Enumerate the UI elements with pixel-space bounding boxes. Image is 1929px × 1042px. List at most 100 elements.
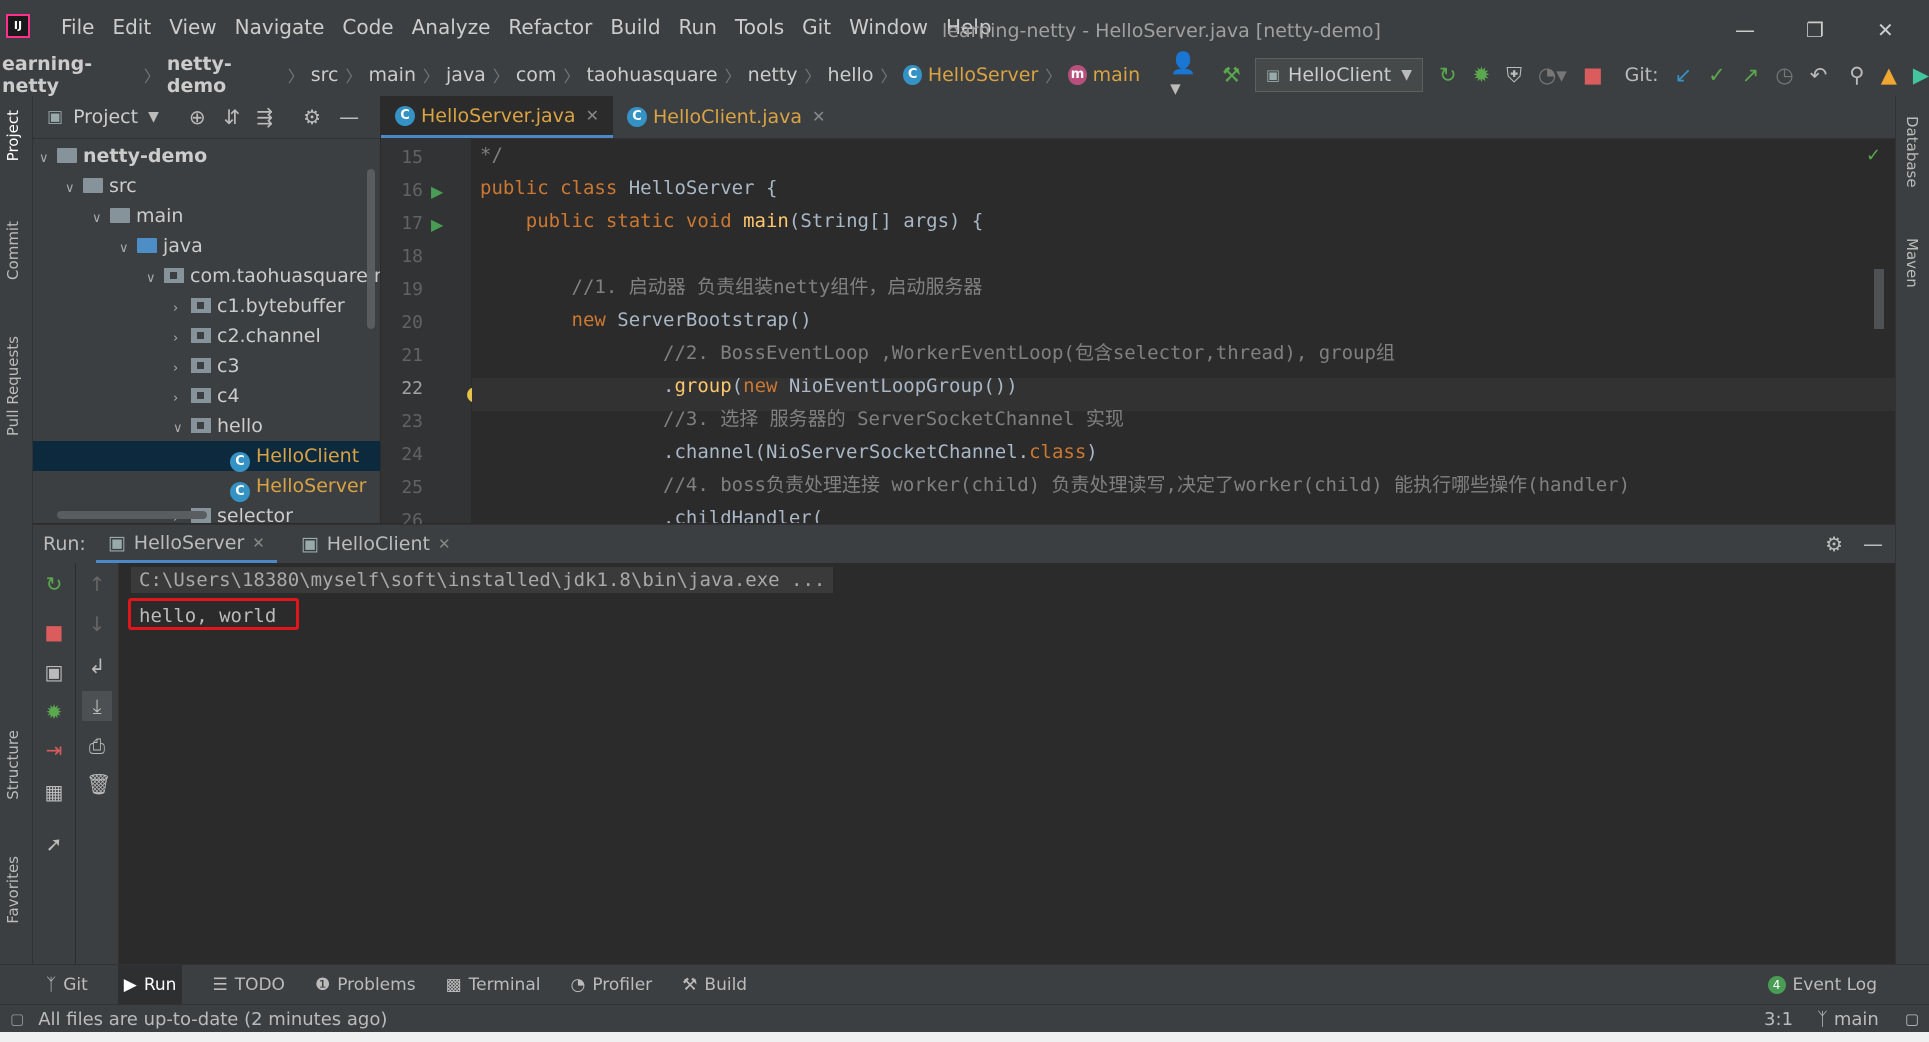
close-tab-icon[interactable]: ✕ xyxy=(252,524,265,562)
soft-wrap-icon[interactable]: ↲ xyxy=(86,655,108,677)
breadcrumb-project[interactable]: earning-netty xyxy=(2,53,137,97)
profiler-icon[interactable]: ◔▾ xyxy=(1538,63,1567,87)
search-icon[interactable]: ⚲ xyxy=(1849,63,1864,87)
rerun-icon[interactable]: ↻ xyxy=(43,573,65,595)
menu-tools[interactable]: Tools xyxy=(726,15,793,39)
rerun-icon[interactable]: ↻ xyxy=(1439,63,1457,87)
hide-panel-icon[interactable]: — xyxy=(339,105,359,129)
gear-icon[interactable]: ⚙ xyxy=(1825,532,1843,556)
tree-horizontal-scrollbar[interactable] xyxy=(57,511,207,519)
run-tab-helloclient[interactable]: ▣ HelloClient ✕ xyxy=(289,525,463,563)
hide-panel-icon[interactable]: — xyxy=(1863,532,1883,556)
run-gutter-icon[interactable]: ▶ xyxy=(431,182,443,201)
breadcrumb-class[interactable]: HelloServer xyxy=(928,64,1038,86)
tree-node-c3[interactable]: › c3 xyxy=(173,351,240,381)
lock-icon[interactable]: ▢ xyxy=(1905,1010,1919,1028)
menu-refactor[interactable]: Refactor xyxy=(499,15,601,39)
tab-helloserver-java[interactable]: C HelloServer.java ✕ xyxy=(381,96,613,138)
stop-icon[interactable]: ■ xyxy=(1583,63,1603,87)
debug-icon[interactable]: ✹ xyxy=(43,701,65,723)
tree-node-c2-channel[interactable]: › c2.channel xyxy=(173,321,321,351)
gear-icon[interactable]: ⚙ xyxy=(303,105,321,129)
breadcrumb-com[interactable]: com xyxy=(516,64,557,86)
tree-node-c4[interactable]: › c4 xyxy=(173,381,240,411)
maven-tool-tab[interactable]: Maven xyxy=(1903,238,1921,288)
hammer-build-icon[interactable]: ⚒ xyxy=(1222,63,1241,87)
tree-node-netty-demo[interactable]: ∨ netty-demo xyxy=(39,141,207,171)
tree-node-main[interactable]: ∨ main xyxy=(92,201,183,231)
console-output[interactable]: C:\Users\18380\myself\soft\installed\jdk… xyxy=(119,563,1895,964)
tree-node-helloserver[interactable]: C HelloServer xyxy=(230,471,366,502)
menu-view[interactable]: View xyxy=(160,15,225,39)
inspection-ok-icon[interactable]: ✓ xyxy=(1866,145,1881,166)
tree-node-package[interactable]: ∨ com.taohuasquare.ne xyxy=(146,261,380,291)
breadcrumb-method[interactable]: main xyxy=(1093,64,1140,86)
tab-helloclient-java[interactable]: C HelloClient.java ✕ xyxy=(613,96,839,138)
git-update-icon[interactable]: ↙ xyxy=(1675,63,1693,87)
close-tab-icon[interactable]: ✕ xyxy=(812,96,825,138)
layout-icon[interactable]: ▦ xyxy=(43,781,65,803)
close-tab-icon[interactable]: ✕ xyxy=(586,95,599,137)
bottom-tab-terminal[interactable]: ▩ Terminal xyxy=(446,975,541,995)
close-tab-icon[interactable]: ✕ xyxy=(438,525,451,563)
user-icon[interactable]: 👤▾ xyxy=(1170,51,1206,100)
breadcrumb-main[interactable]: main xyxy=(369,64,416,86)
debug-icon[interactable]: ✹ xyxy=(1473,63,1491,87)
locate-icon[interactable]: ⊕ xyxy=(189,105,206,129)
status-toggle-icon[interactable]: ▢ xyxy=(10,1010,24,1028)
trash-icon[interactable]: 🗑 xyxy=(86,773,111,795)
chevron-down-icon[interactable]: ▼ xyxy=(148,109,159,125)
menu-file[interactable]: File xyxy=(52,15,103,39)
run-gutter-icon[interactable]: ▶ xyxy=(431,215,443,234)
project-panel-title[interactable]: Project xyxy=(73,106,138,128)
pin-icon[interactable]: ➚ xyxy=(43,833,65,855)
menu-analyze[interactable]: Analyze xyxy=(403,15,500,39)
tree-vertical-scrollbar[interactable] xyxy=(367,169,375,329)
rollback-icon[interactable]: ↶ xyxy=(1810,63,1828,87)
scroll-to-end-icon[interactable]: ⤓ xyxy=(82,691,112,721)
event-log-tab[interactable]: 4 Event Log xyxy=(1767,975,1877,995)
breadcrumb-module[interactable]: netty-demo xyxy=(167,53,281,97)
run-tab-helloserver[interactable]: ▣ HelloServer ✕ xyxy=(95,524,277,563)
menu-code[interactable]: Code xyxy=(333,15,402,39)
commit-tool-tab[interactable]: Commit xyxy=(4,221,22,280)
menu-run[interactable]: Run xyxy=(670,15,726,39)
restore-icon[interactable]: ❐ xyxy=(1806,18,1824,42)
close-window-icon[interactable]: ✕ xyxy=(1877,18,1894,42)
bottom-tab-todo[interactable]: ☰ TODO xyxy=(212,975,285,995)
breadcrumb-netty[interactable]: netty xyxy=(748,64,798,86)
menu-edit[interactable]: Edit xyxy=(103,15,160,39)
bottom-tab-run[interactable]: ▶ Run xyxy=(117,965,183,1005)
minimize-icon[interactable]: — xyxy=(1735,18,1755,42)
code-editor[interactable]: */ public class HelloServer { public sta… xyxy=(472,139,1895,523)
git-push-icon[interactable]: ↗ xyxy=(1742,63,1760,87)
bottom-tab-profiler[interactable]: ◔ Profiler xyxy=(570,975,652,995)
bottom-tab-problems[interactable]: ❶ Problems xyxy=(315,975,416,995)
database-tool-tab[interactable]: Database xyxy=(1903,116,1921,188)
bottom-tab-build[interactable]: ⚒ Build xyxy=(682,975,747,995)
run-config-select[interactable]: ▣ HelloClient ▼ xyxy=(1254,58,1423,92)
favorites-tool-tab[interactable]: Favorites xyxy=(4,856,22,924)
collapse-all-icon[interactable]: ⇶ xyxy=(256,105,273,129)
exit-icon[interactable]: ⇥ xyxy=(43,739,65,761)
git-branch[interactable]: main xyxy=(1834,1009,1879,1030)
project-tool-tab[interactable]: Project xyxy=(4,110,22,161)
menu-window[interactable]: Window xyxy=(840,15,937,39)
coverage-icon[interactable]: ⛨ xyxy=(1506,63,1522,88)
plugin-icon[interactable]: ▶ xyxy=(1913,63,1929,87)
git-commit-icon[interactable]: ✓ xyxy=(1708,63,1726,87)
arrow-up-icon[interactable]: ↑ xyxy=(86,573,108,595)
tree-node-c1-bytebuffer[interactable]: › c1.bytebuffer xyxy=(173,291,345,321)
breadcrumb-src[interactable]: src xyxy=(311,64,339,86)
tree-node-helloclient[interactable]: C HelloClient xyxy=(33,441,380,472)
pull-requests-tool-tab[interactable]: Pull Requests xyxy=(4,336,22,436)
print-icon[interactable]: ⎙ xyxy=(86,735,108,757)
tree-node-hello[interactable]: ∨ hello xyxy=(173,411,263,441)
menu-build[interactable]: Build xyxy=(601,15,669,39)
stop-icon[interactable]: ■ xyxy=(43,621,65,643)
history-icon[interactable]: ◷ xyxy=(1775,63,1793,87)
editor-scrollbar[interactable] xyxy=(1874,269,1884,329)
breadcrumb-java[interactable]: java xyxy=(446,64,486,86)
breadcrumb-taohuasquare[interactable]: taohuasquare xyxy=(586,64,717,86)
tree-node-java[interactable]: ∨ java xyxy=(119,231,203,261)
